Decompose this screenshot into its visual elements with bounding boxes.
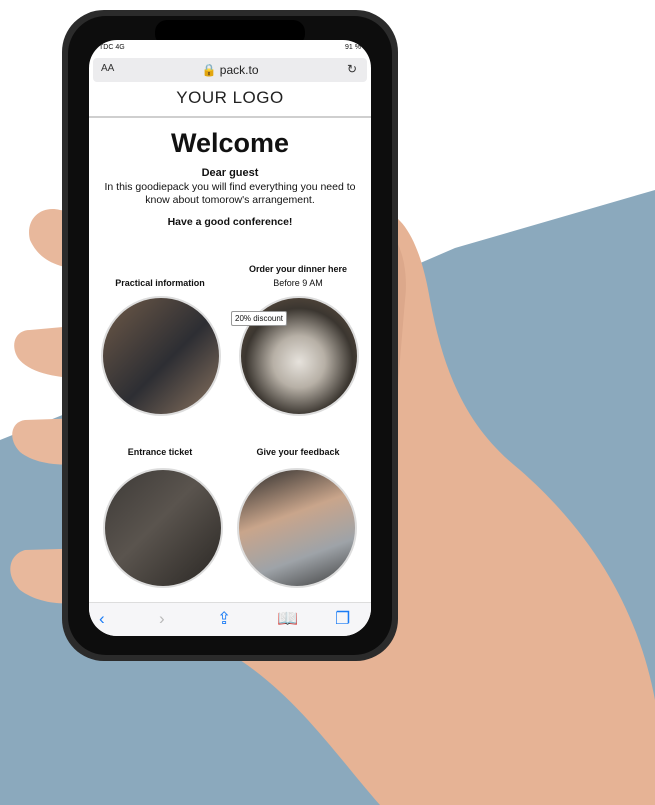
tile-practical-image[interactable]	[101, 296, 221, 416]
phone-screen: TDC 4G 91 % AA 🔒 pack.to ↻ YOUR LOGO Wel…	[89, 40, 371, 636]
header-divider	[89, 116, 371, 118]
lock-icon: 🔒	[201, 63, 217, 77]
tile-label-feedback[interactable]: Give your feedback	[233, 447, 363, 457]
tile-label-dinner[interactable]: Order your dinner here	[233, 264, 363, 274]
forward-icon[interactable]: ›	[159, 609, 165, 629]
bookmarks-icon[interactable]: 📖	[277, 609, 298, 629]
url-field[interactable]: 🔒 pack.to	[93, 63, 367, 77]
greeting: Dear guest	[201, 167, 259, 179]
tile-ticket-image[interactable]	[103, 468, 223, 588]
reload-icon[interactable]: ↻	[347, 62, 357, 76]
tile-feedback-image[interactable]	[237, 468, 357, 588]
closing-text: Have a good conference!	[167, 216, 293, 228]
tile-label-practical[interactable]: Practical information	[95, 278, 225, 288]
share-icon[interactable]: ⇪	[217, 609, 231, 629]
page-title: Welcome	[170, 128, 290, 158]
back-icon[interactable]: ‹	[99, 609, 105, 629]
tabs-icon[interactable]: ❐	[335, 609, 350, 629]
status-bar: TDC 4G 91 %	[89, 40, 371, 58]
browser-toolbar: ‹ › ⇪ 📖 ❐	[89, 602, 371, 636]
tile-sub-dinner: Before 9 AM	[273, 278, 323, 288]
tile-label-ticket[interactable]: Entrance ticket	[95, 447, 225, 457]
intro-text: In this goodiepack you will find everyth…	[104, 181, 356, 206]
address-bar[interactable]: AA 🔒 pack.to ↻	[93, 58, 367, 82]
url-text: pack.to	[219, 63, 259, 77]
carrier-label: TDC 4G	[99, 44, 125, 51]
site-logo[interactable]: YOUR LOGO	[89, 88, 371, 108]
battery-label: 91 %	[345, 44, 361, 51]
discount-badge: 20% discount	[231, 311, 288, 326]
